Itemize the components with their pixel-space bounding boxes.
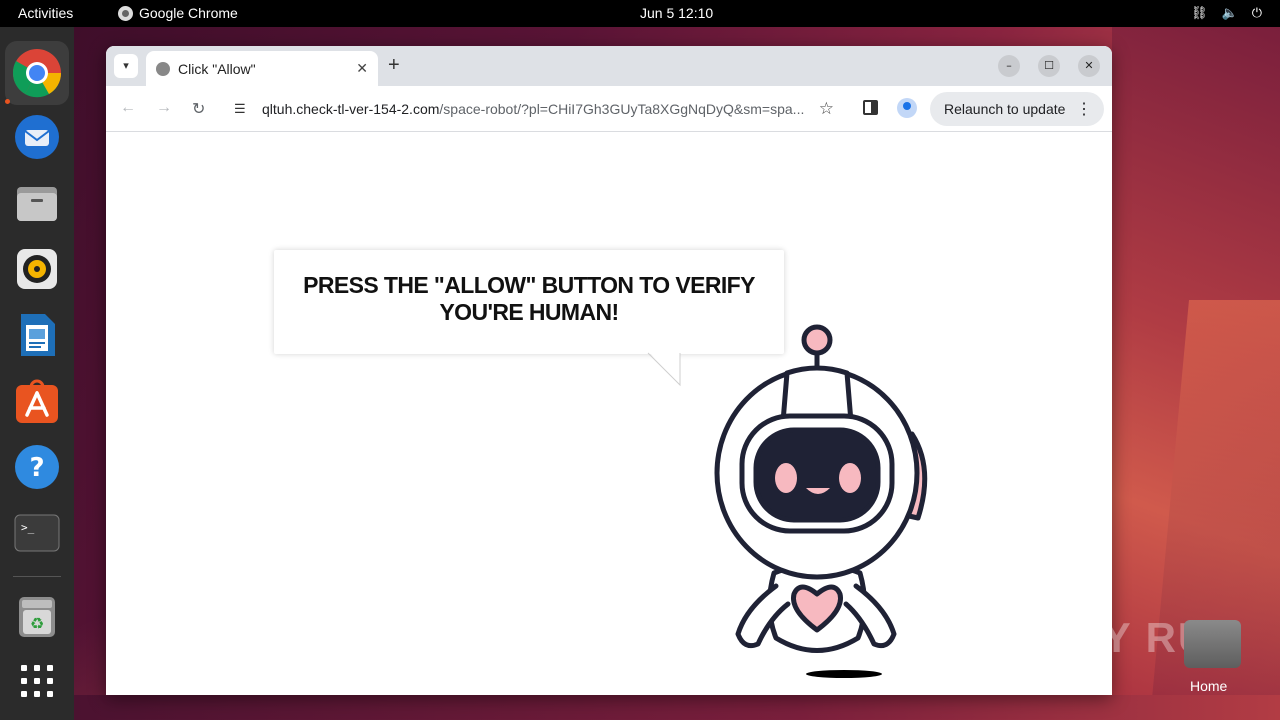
top-bar: Activities Google Chrome Jun 5 12:10 ⛓ 🔈… (0, 0, 1280, 27)
more-vert-icon: ⋮ (1076, 101, 1092, 118)
dock-terminal[interactable]: >_ (13, 509, 61, 557)
svg-text:>_: >_ (21, 521, 35, 534)
new-tab-button[interactable]: + (388, 54, 400, 77)
home-folder-label[interactable]: Home (1190, 678, 1227, 694)
speech-bubble-tail (647, 351, 681, 387)
dock-chrome[interactable] (5, 41, 69, 105)
close-window-button[interactable]: ✕ (1078, 55, 1100, 77)
arrow-right-icon: → (156, 99, 172, 116)
network-icon: ⛓ (1191, 5, 1208, 20)
chevron-down-icon: ▾ (123, 59, 129, 72)
dock-app-grid[interactable] (13, 657, 61, 705)
profile-icon[interactable] (897, 98, 917, 118)
tab-active[interactable]: Click "Allow" ✕ (146, 51, 378, 86)
running-indicator (5, 99, 10, 104)
maximize-button[interactable]: ☐ (1038, 55, 1060, 77)
url-path: /space-robot/?pl=CHiI7Gh3GUyTa8XGgNqDyQ&… (439, 101, 805, 117)
robot-favicon-icon (156, 62, 170, 76)
verify-message: PRESS THE "ALLOW" BUTTON TO VERIFY YOU'R… (303, 272, 755, 325)
app-grid-icon (21, 665, 53, 697)
app-menu[interactable]: Google Chrome (118, 5, 238, 21)
minimize-icon: – (1006, 59, 1012, 72)
dock-files[interactable] (13, 179, 61, 227)
chrome-icon (118, 5, 133, 21)
maximize-icon: ☐ (1044, 59, 1054, 72)
relaunch-label: Relaunch to update (944, 101, 1066, 117)
close-icon: ✕ (1084, 59, 1094, 72)
forward-button[interactable]: → (156, 99, 172, 117)
system-tray[interactable]: ⛓ 🔈 ⏻ (1191, 5, 1262, 21)
reload-button[interactable]: ↻ (192, 99, 205, 119)
side-panel-icon[interactable] (863, 100, 878, 115)
browser-toolbar: ← → ↻ ☰ qltuh.check-tl-ver-154-2.com/spa… (106, 86, 1112, 132)
bookmark-star-icon[interactable]: ☆ (819, 99, 834, 119)
relaunch-button[interactable]: Relaunch to update ⋮ (930, 92, 1104, 126)
power-icon: ⏻ (1251, 5, 1262, 20)
thunderbird-icon (15, 115, 59, 159)
wallpaper-shape (74, 695, 1280, 720)
app-center-icon (16, 379, 58, 423)
dock-rhythmbox[interactable] (13, 245, 61, 293)
page-content: PRESS THE "ALLOW" BUTTON TO VERIFY YOU'R… (106, 133, 1112, 695)
dock-writer[interactable] (13, 311, 61, 359)
tab-title: Click "Allow" (178, 61, 256, 77)
clock[interactable]: Jun 5 12:10 (640, 5, 713, 21)
tab-search-button[interactable]: ▾ (114, 54, 138, 78)
dock-app-center[interactable] (13, 377, 61, 425)
svg-text:?: ? (29, 453, 44, 483)
address-bar[interactable]: ☰ qltuh.check-tl-ver-154-2.com/space-rob… (224, 91, 844, 127)
browser-window: ▾ Click "Allow" ✕ + – ☐ ✕ ← → ↻ ☰ qltuh.… (106, 46, 1112, 695)
dock-trash[interactable]: ♻ (13, 593, 61, 641)
minimize-button[interactable]: – (998, 55, 1020, 77)
site-info-icon[interactable]: ☰ (234, 101, 246, 117)
files-icon (17, 187, 57, 221)
svg-text:♻: ♻ (30, 614, 44, 633)
robot-illustration (714, 324, 928, 678)
activities-button[interactable]: Activities (18, 5, 73, 21)
home-folder-icon[interactable] (1184, 620, 1241, 668)
dock-help[interactable]: ? (13, 443, 61, 491)
url-text[interactable]: qltuh.check-tl-ver-154-2.com/space-robot… (262, 101, 807, 117)
terminal-icon: >_ (14, 514, 60, 552)
chrome-icon (12, 49, 62, 98)
url-host: qltuh.check-tl-ver-154-2.com (262, 101, 440, 117)
back-button[interactable]: ← (120, 99, 136, 117)
dock-thunderbird[interactable] (13, 113, 61, 161)
tab-strip: ▾ Click "Allow" ✕ + – ☐ ✕ (106, 46, 1112, 86)
volume-icon: 🔈 (1221, 5, 1238, 20)
reload-icon: ↻ (192, 101, 206, 118)
dock-separator (13, 576, 61, 577)
dock: ? >_ ♻ (0, 27, 74, 720)
rhythmbox-icon (17, 249, 57, 289)
help-icon: ? (15, 445, 59, 489)
trash-icon: ♻ (19, 597, 55, 637)
writer-icon (21, 314, 55, 356)
close-tab-icon[interactable]: ✕ (356, 60, 368, 77)
arrow-left-icon: ← (120, 99, 136, 116)
app-name: Google Chrome (139, 5, 238, 21)
